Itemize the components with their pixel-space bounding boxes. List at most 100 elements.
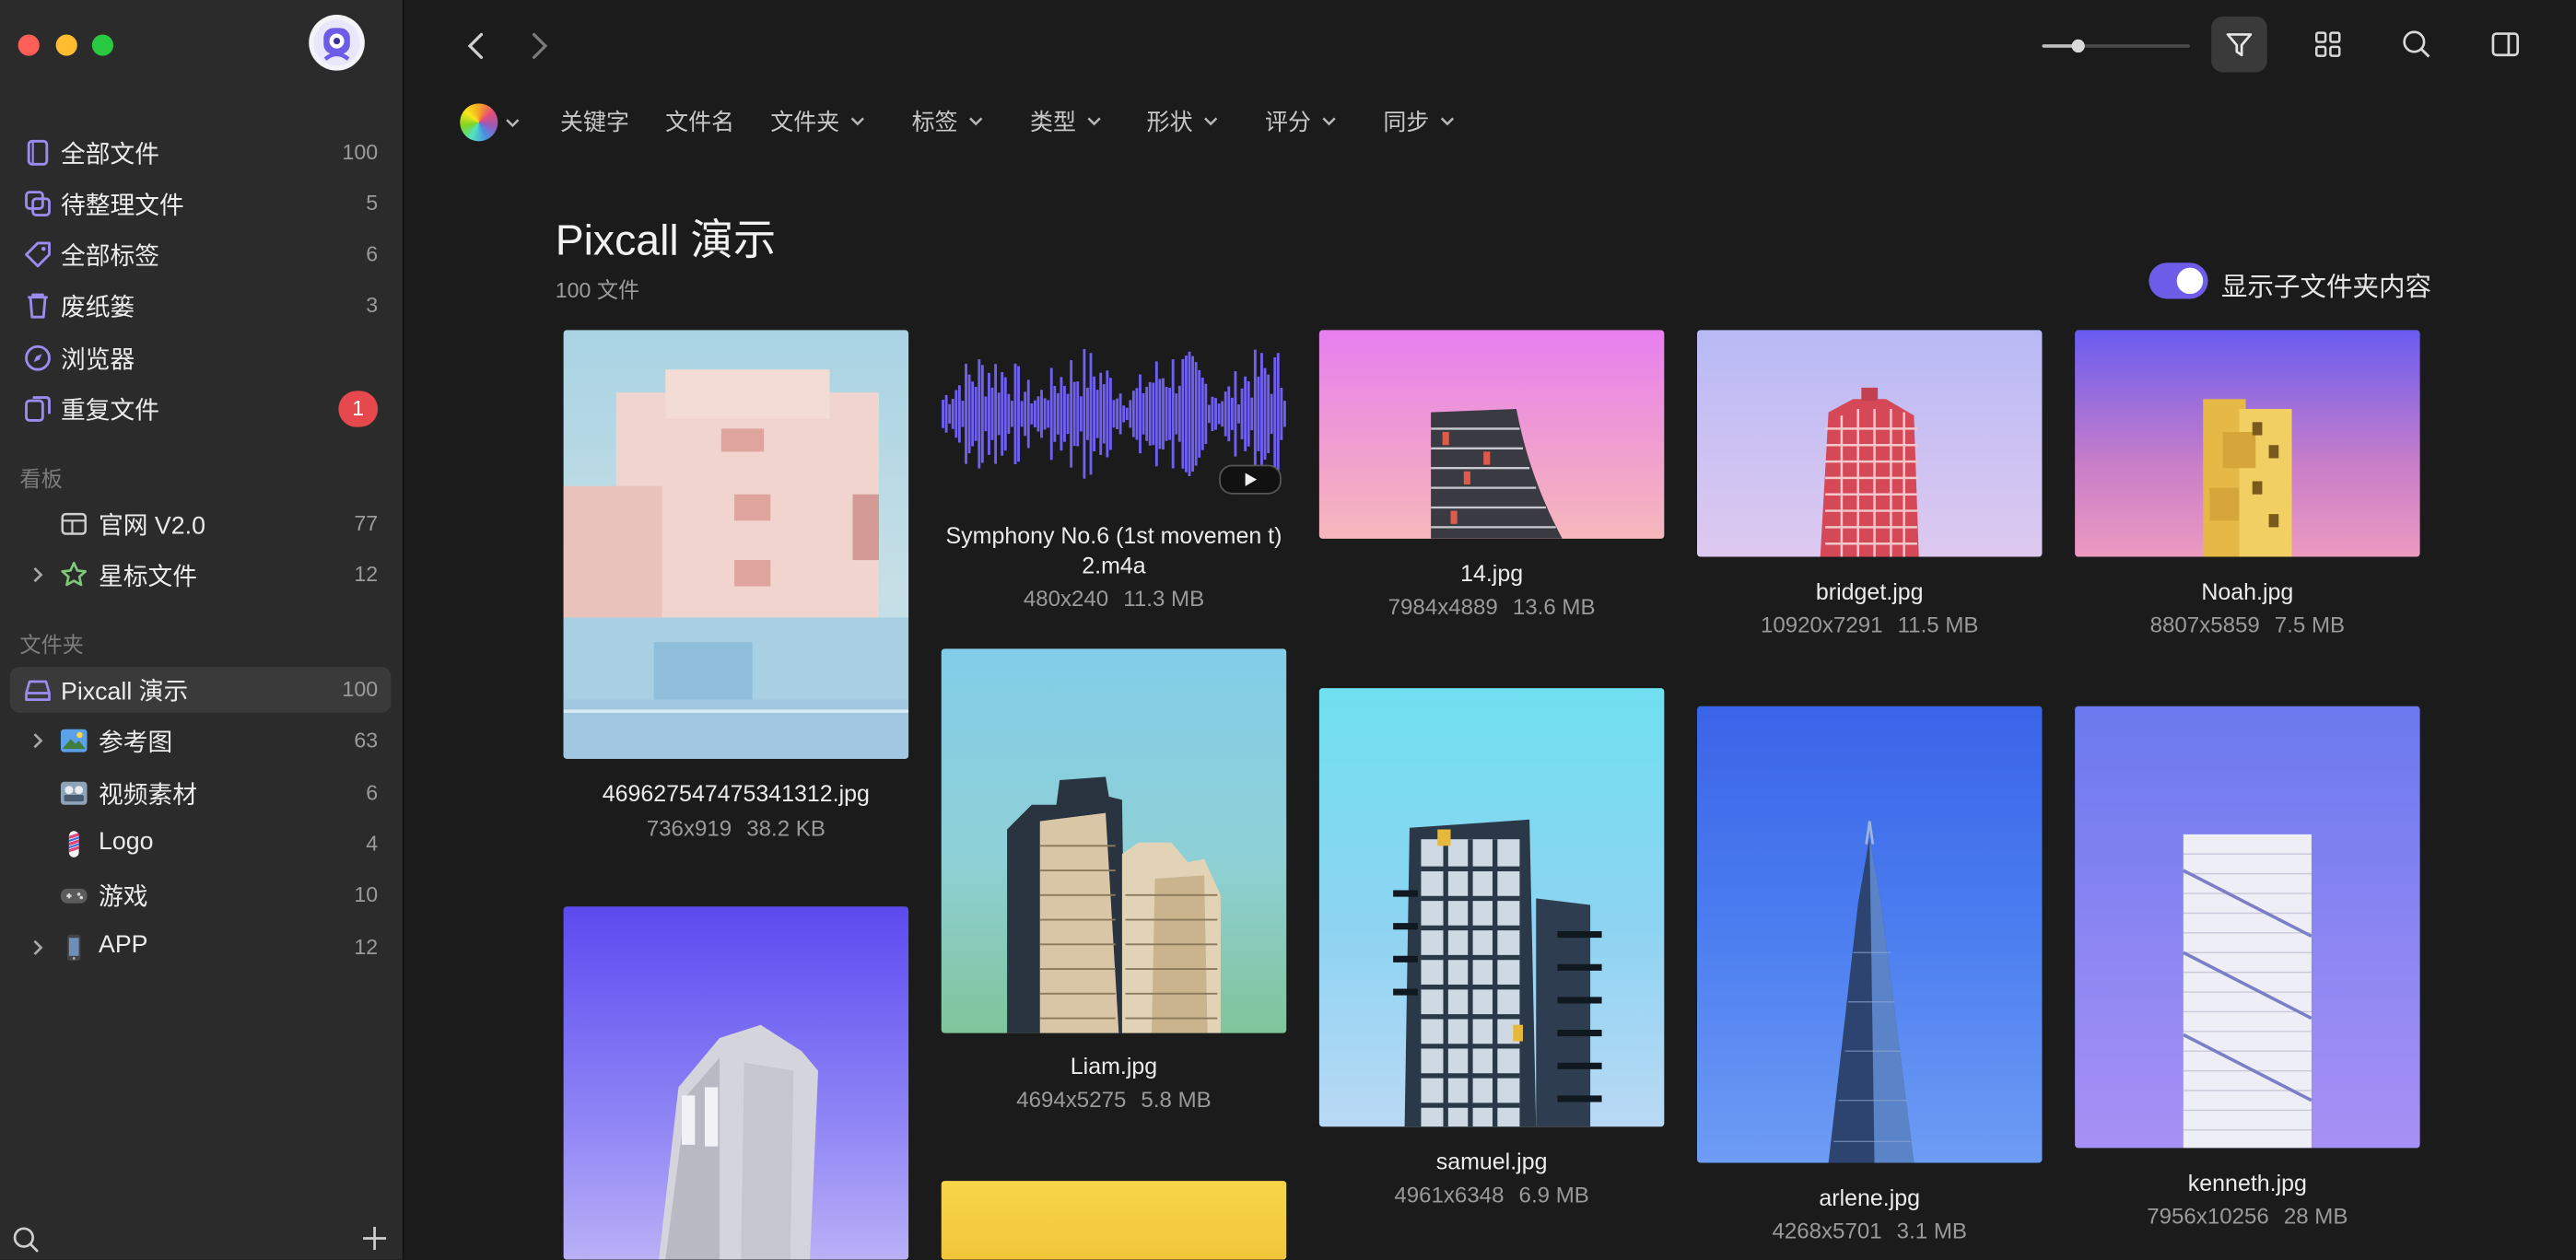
zoom-slider-thumb[interactable] (2071, 39, 2085, 53)
yellow-building-image (2203, 399, 2292, 557)
file-size: 28 MB (2283, 1204, 2348, 1229)
filter-label: 类型 (1030, 108, 1076, 135)
forward-arrow-icon[interactable] (527, 29, 550, 63)
sidebar-item-count: 6 (366, 780, 379, 805)
sidebar-item-label: 全部文件 (60, 141, 159, 169)
trash-icon (28, 293, 48, 319)
filter-rating[interactable]: 评分 (1265, 105, 1337, 138)
zoom-slider[interactable] (2042, 33, 2190, 60)
game-folder-icon (60, 888, 88, 904)
folders-section-title: 文件夹 (19, 632, 84, 658)
file-meta: 7984x4889 13.6 MB (1319, 595, 1664, 620)
boards-section-title: 看板 (19, 466, 63, 492)
filter-button[interactable] (2211, 16, 2267, 73)
file-name: bridget.jpg (1815, 578, 1924, 605)
search-button[interactable] (2389, 17, 2445, 73)
sidebar-item-count: 10 (354, 881, 379, 907)
file-name: Liam.jpg (1070, 1053, 1158, 1079)
sidebar-item-unsorted-files[interactable]: 待整理文件 5 (10, 181, 392, 227)
show-subfolder-label: 显示子文件夹内容 (2220, 274, 2432, 303)
zoom-window-button[interactable] (91, 34, 114, 56)
file-name: 469627547475341312.jpg (602, 780, 870, 807)
file-thumbnail (1318, 330, 1665, 539)
sidebar-item-folder-logo[interactable]: Logo 4 (10, 822, 392, 868)
sidebar-item-folder-pixcall-demo[interactable]: Pixcall 演示 100 (9, 666, 392, 713)
sidebar-item-count: 63 (354, 727, 379, 752)
sidebar-item-count: 100 (342, 676, 379, 702)
picture-folder-icon (60, 729, 88, 752)
filter-sync[interactable]: 同步 (1383, 105, 1455, 138)
silver-tower-image (659, 1024, 819, 1260)
sidebar-item-all-tags[interactable]: 全部标签 6 (10, 231, 392, 277)
file-size: 11.5 MB (1897, 612, 1979, 637)
filter-tags[interactable]: 标签 (912, 105, 984, 138)
sidebar-item-folder-games[interactable]: 游戏 10 (10, 872, 392, 918)
all-files-icon (27, 139, 49, 166)
file-name: samuel.jpg (1435, 1148, 1548, 1174)
filter-label: 同步 (1383, 108, 1430, 135)
filter-keyword[interactable]: 关键字 (560, 105, 629, 138)
sidebar-item-browser[interactable]: 浏览器 (10, 335, 392, 381)
board-icon (61, 512, 87, 535)
chevron-right-icon[interactable] (28, 731, 47, 751)
file-size: 5.8 MB (1141, 1087, 1212, 1113)
file-dimensions: 4268x5701 (1772, 1219, 1882, 1243)
glass-tower-image (1393, 819, 1602, 1127)
sidebar-item-board-website[interactable]: 官网 V2.0 77 (10, 501, 392, 547)
sidebar-item-trash[interactable]: 废纸篓 3 (10, 283, 392, 329)
sidebar-item-label: 官网 V2.0 (98, 512, 205, 541)
color-filter[interactable] (460, 103, 525, 143)
sidebar-item-folder-video[interactable]: 视频素材 6 (10, 770, 392, 816)
file-name: arlene.jpg (1819, 1184, 1921, 1211)
file-name: Symphony No.6 (1st movemen t) 2.m4a (945, 522, 1282, 578)
curved-building-image (1431, 409, 1563, 539)
file-dimensions: 4961x6348 (1394, 1182, 1505, 1208)
sidebar-item-all-files[interactable]: 全部文件 100 (10, 130, 392, 176)
duplicate-icon (25, 396, 51, 422)
sidebar-item-folder-reference[interactable]: 参考图 63 (10, 718, 392, 764)
file-thumbnail (941, 1181, 1287, 1260)
sidebar-item-board-starred[interactable]: 星标文件 12 (10, 552, 392, 598)
sidebar-item-duplicates[interactable]: 重复文件 1 (10, 386, 392, 432)
minimize-window-button[interactable] (55, 34, 77, 56)
filter-folder[interactable]: 文件夹 (770, 105, 865, 138)
file-thumbnail (941, 330, 1287, 498)
play-button[interactable] (1219, 464, 1282, 495)
apartment-tower-image (1007, 776, 1221, 1033)
white-tower-image (2183, 834, 2313, 1149)
toggle-inspector-button[interactable] (2477, 17, 2534, 73)
chevron-right-icon[interactable] (28, 565, 47, 584)
file-dimensions: 736x919 (646, 816, 732, 841)
file-thumbnail (2075, 330, 2420, 557)
filter-type[interactable]: 类型 (1030, 105, 1102, 138)
add-icon[interactable] (361, 1225, 388, 1252)
avatar[interactable] (309, 15, 365, 71)
show-subfolder-toggle[interactable] (2149, 262, 2208, 299)
play-icon (1245, 472, 1258, 486)
filter-label: 标签 (911, 108, 958, 135)
sidebar-item-label: APP (98, 931, 148, 960)
filter-shape[interactable]: 形状 (1147, 105, 1219, 138)
file-meta: 4694x5275 5.8 MB (942, 1087, 1286, 1112)
filter-label: 文件夹 (770, 108, 840, 135)
grid-view-button[interactable] (2300, 17, 2356, 73)
sidebar-item-label: 星标文件 (98, 563, 198, 591)
chevron-down-icon (850, 117, 864, 126)
file-meta: 480x240 11.3 MB (942, 587, 1286, 612)
sidebar-item-count: 12 (354, 561, 379, 587)
chevron-down-icon (1087, 117, 1101, 126)
sidebar-right-icon (2491, 32, 2520, 57)
sidebar-item-label: 全部标签 (60, 242, 159, 272)
back-arrow-icon[interactable] (465, 29, 488, 63)
file-dimensions: 7984x4889 (1388, 594, 1498, 620)
sidebar-item-label: 参考图 (98, 729, 173, 758)
chevron-right-icon[interactable] (28, 938, 47, 957)
funnel-icon (2226, 33, 2253, 57)
sidebar-item-folder-app[interactable]: APP 12 (10, 925, 392, 971)
search-icon[interactable] (11, 1225, 41, 1254)
user-avatar-icon (313, 19, 360, 66)
file-size: 38.2 KB (746, 816, 825, 841)
close-window-button[interactable] (18, 34, 40, 56)
filter-label: 文件名 (665, 108, 735, 135)
filter-filename[interactable]: 文件名 (665, 105, 734, 138)
